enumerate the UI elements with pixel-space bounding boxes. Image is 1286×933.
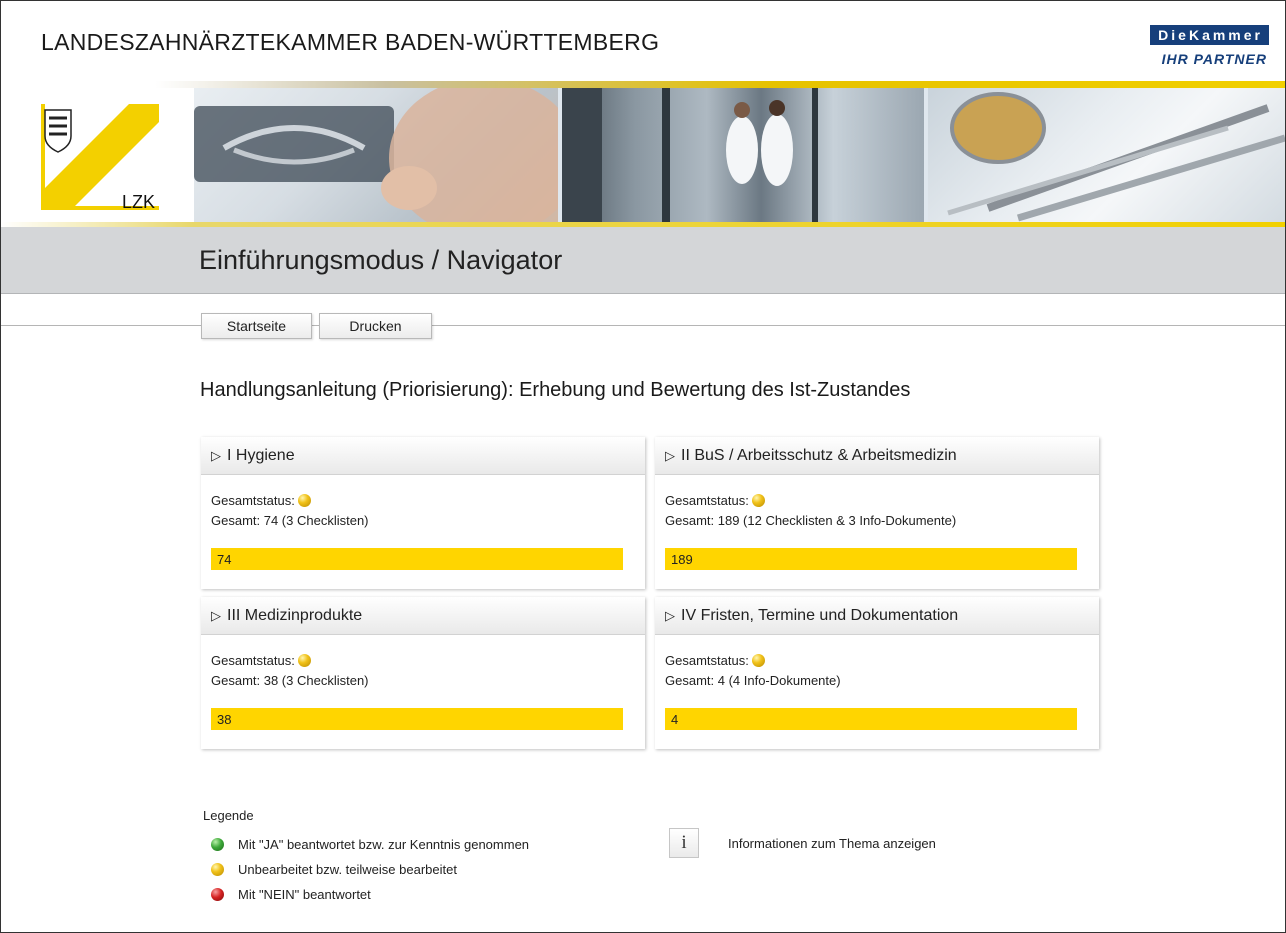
app-window: LANDESZAHNÄRZTEKAMMER BADEN-WÜRTTEMBERG … (0, 0, 1286, 933)
panel-total: Gesamt: 74 (3 Checklisten) (211, 513, 369, 528)
progress-bar: 189 (665, 548, 1077, 570)
progress-bar: 38 (211, 708, 623, 730)
page-title: Einführungsmodus / Navigator (199, 245, 563, 275)
status-label: Gesamtstatus: (211, 653, 295, 668)
legend-item-green: Mit "JA" beantwortet bzw. zur Kenntnis g… (211, 837, 529, 852)
panel-title: III Medizinprodukte (227, 607, 363, 624)
progress-bar-fill (211, 708, 623, 730)
legend-title: Legende (203, 808, 254, 823)
page-title-bar: Einführungsmodus / Navigator (1, 227, 1285, 294)
status-label: Gesamtstatus: (665, 493, 749, 508)
red-dot-icon (211, 888, 224, 901)
legend-label: Mit "JA" beantwortet bzw. zur Kenntnis g… (238, 837, 530, 852)
panel-title: IV Fristen, Termine und Dokumentation (681, 607, 959, 624)
progress-value: 4 (671, 712, 679, 727)
lzk-logo-graphic (41, 104, 159, 210)
progress-bar-fill (211, 548, 623, 570)
green-dot-icon (211, 838, 224, 851)
status-yellow-dot-icon (297, 654, 311, 667)
panel-fristen-termine: ▷ IV Fristen, Termine und Dokumentation G… (655, 597, 1099, 749)
info-icon[interactable]: i (669, 828, 699, 858)
panel-header-medizinprodukte[interactable]: ▷ III Medizinprodukte (201, 597, 645, 635)
status-label: Gesamtstatus: (211, 493, 295, 508)
legend-item-red: Mit "NEIN" beantwortet (211, 887, 371, 902)
status-yellow-dot-icon (751, 654, 765, 667)
progress-bar-fill (665, 548, 1077, 570)
overall-status: Gesamtstatus: (211, 493, 311, 508)
progress-bar: 74 (211, 548, 623, 570)
banner-photo-corridor (562, 88, 924, 222)
status-label: Gesamtstatus: (665, 653, 749, 668)
yellow-dot-icon (211, 863, 224, 876)
panel-header-bus-arbeitsschutz[interactable]: ▷ II BuS / Arbeitsschutz & Arbeitsmedizin (655, 437, 1099, 475)
legend-item-yellow: Unbearbeitet bzw. teilweise bearbeitet (211, 862, 457, 877)
header-divider (1, 81, 1285, 88)
panel-header-fristen-termine[interactable]: ▷ IV Fristen, Termine und Dokumentation (655, 597, 1099, 635)
overall-status: Gesamtstatus: (665, 653, 765, 668)
home-button[interactable]: Startseite (201, 313, 312, 339)
site-header: LANDESZAHNÄRZTEKAMMER BADEN-WÜRTTEMBERG … (1, 1, 1285, 81)
header-banner: LZK (1, 88, 1285, 222)
overall-status: Gesamtstatus: (665, 493, 765, 508)
banner-photo-xray (194, 88, 558, 222)
lzk-logo-label: LZK (122, 192, 156, 212)
expand-triangle-icon: ▷ (211, 448, 221, 463)
nav-rule (1, 325, 1285, 326)
panel-title: II BuS / Arbeitsschutz & Arbeitsmedizin (681, 447, 957, 464)
panel-total: Gesamt: 189 (12 Checklisten & 3 Info-Dok… (665, 513, 957, 528)
panel-total: Gesamt: 4 (4 Info-Dokumente) (665, 673, 841, 688)
org-title: LANDESZAHNÄRZTEKAMMER BADEN-WÜRTTEMBERG (41, 29, 660, 55)
status-yellow-dot-icon (751, 494, 765, 507)
brand-logo: DieKammer IHR PARTNER (1119, 25, 1269, 69)
brand-logo-top: DieKammer (1150, 25, 1269, 45)
status-yellow-dot-icon (297, 494, 311, 507)
progress-value: 189 (671, 552, 693, 567)
expand-triangle-icon: ▷ (665, 608, 675, 623)
section-heading: Handlungsanleitung (Priorisierung): Erhe… (200, 379, 911, 401)
progress-bar-fill (665, 708, 1077, 730)
info-description: Informationen zum Thema anzeigen (728, 836, 936, 851)
progress-bar: 4 (665, 708, 1077, 730)
panel-hygiene: ▷ I Hygiene Gesamtstatus: Gesamt: 74 (3 C… (201, 437, 645, 589)
panel-bus-arbeitsschutz: ▷ II BuS / Arbeitsschutz & Arbeitsmedizin… (655, 437, 1099, 589)
expand-triangle-icon: ▷ (665, 448, 675, 463)
expand-triangle-icon: ▷ (211, 608, 221, 623)
panel-header-hygiene[interactable]: ▷ I Hygiene (201, 437, 645, 475)
legend-label: Mit "NEIN" beantwortet (238, 887, 371, 902)
panel-total: Gesamt: 38 (3 Checklisten) (211, 673, 369, 688)
legend-label: Unbearbeitet bzw. teilweise bearbeitet (238, 862, 457, 877)
brand-logo-bottom: IHR PARTNER (1161, 51, 1267, 67)
panel-medizinprodukte: ▷ III Medizinprodukte Gesamtstatus: Gesam… (201, 597, 645, 749)
panel-title: I Hygiene (227, 447, 295, 464)
overall-status: Gesamtstatus: (211, 653, 311, 668)
progress-value: 74 (217, 552, 232, 567)
banner-photo-instruments (928, 88, 1285, 222)
progress-value: 38 (217, 712, 232, 727)
lzk-logo: LZK (1, 88, 194, 222)
print-button[interactable]: Drucken (319, 313, 432, 339)
